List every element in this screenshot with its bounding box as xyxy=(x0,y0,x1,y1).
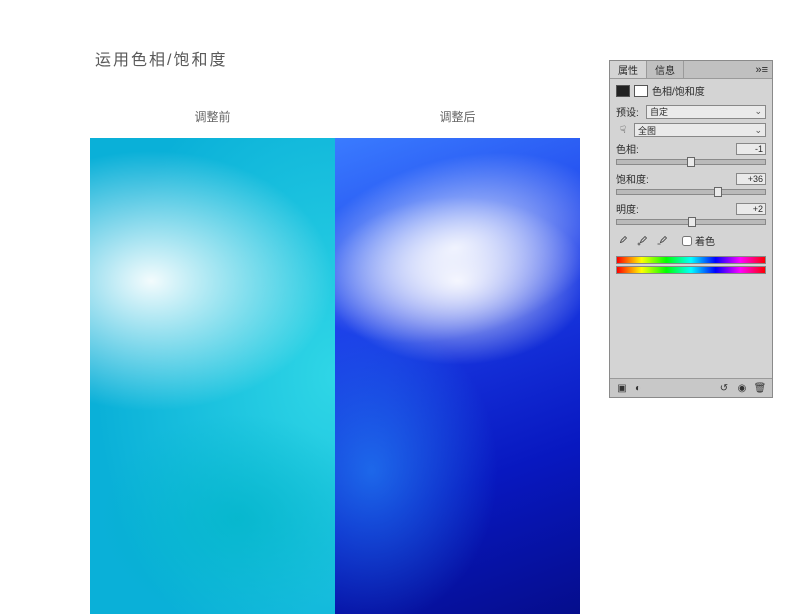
saturation-slider: 饱和度: +36 xyxy=(610,169,772,195)
panel-spacer xyxy=(610,282,772,378)
image-after xyxy=(335,138,580,614)
clip-icon[interactable]: ▣ xyxy=(616,382,628,394)
adjustment-thumb-icon xyxy=(616,85,630,97)
comparison-labels: 调整前 调整后 xyxy=(90,108,580,125)
adjustment-name: 色相/饱和度 xyxy=(652,83,705,98)
reset-icon[interactable]: ↺ xyxy=(718,382,730,394)
hue-slider: 色相: -1 xyxy=(610,139,772,165)
hue-track[interactable] xyxy=(616,159,766,165)
delete-icon[interactable]: 🗑 xyxy=(754,382,766,394)
properties-panel: 属性 信息 »≡ 色相/饱和度 预设: 自定 ☟ 全图 色相: -1 饱和度: … xyxy=(609,60,773,398)
panel-tabs: 属性 信息 »≡ xyxy=(610,61,772,79)
lightness-label: 明度: xyxy=(616,201,639,216)
view-previous-icon[interactable]: ◐ xyxy=(632,382,644,394)
panel-footer: ▣ ◐ ↺ ◉ 🗑 xyxy=(610,378,772,397)
colorize-label: 着色 xyxy=(695,233,715,248)
hue-value[interactable]: -1 xyxy=(736,143,766,155)
panel-menu-icon[interactable]: »≡ xyxy=(751,64,772,76)
range-select[interactable]: 全图 xyxy=(634,123,766,137)
tab-info[interactable]: 信息 xyxy=(647,61,684,78)
lightness-value[interactable]: +2 xyxy=(736,203,766,215)
comparison-canvas xyxy=(90,138,580,614)
saturation-value[interactable]: +36 xyxy=(736,173,766,185)
tab-properties[interactable]: 属性 xyxy=(610,61,647,78)
spectrum-top xyxy=(616,256,766,264)
saturation-track[interactable] xyxy=(616,189,766,195)
eyedropper-row: 着色 xyxy=(610,229,772,252)
adjustment-header: 色相/饱和度 xyxy=(610,79,772,102)
lightness-thumb[interactable] xyxy=(688,217,696,227)
image-before xyxy=(90,138,335,614)
colorize-input[interactable] xyxy=(682,236,692,246)
hue-label: 色相: xyxy=(616,141,639,156)
eyedropper-icon[interactable] xyxy=(616,235,628,247)
saturation-label: 饱和度: xyxy=(616,171,649,186)
visibility-icon[interactable]: ◉ xyxy=(736,382,748,394)
adjustment-mask-icon xyxy=(634,85,648,97)
label-before: 调整前 xyxy=(90,108,335,125)
hue-thumb[interactable] xyxy=(687,157,695,167)
lightness-slider: 明度: +2 xyxy=(610,199,772,225)
eyedropper-add-icon[interactable] xyxy=(636,235,648,247)
hand-icon[interactable]: ☟ xyxy=(616,125,630,136)
spectrum-bottom xyxy=(616,266,766,274)
range-row: ☟ 全图 xyxy=(610,121,772,139)
saturation-thumb[interactable] xyxy=(714,187,722,197)
lightness-track[interactable] xyxy=(616,219,766,225)
label-after: 调整后 xyxy=(335,108,580,125)
preset-select[interactable]: 自定 xyxy=(646,105,766,119)
eyedropper-subtract-icon[interactable] xyxy=(656,235,668,247)
page-title: 运用色相/饱和度 xyxy=(95,46,227,70)
colorize-checkbox[interactable]: 着色 xyxy=(682,233,715,248)
preset-label: 预设: xyxy=(616,104,642,119)
preset-row: 预设: 自定 xyxy=(610,102,772,121)
